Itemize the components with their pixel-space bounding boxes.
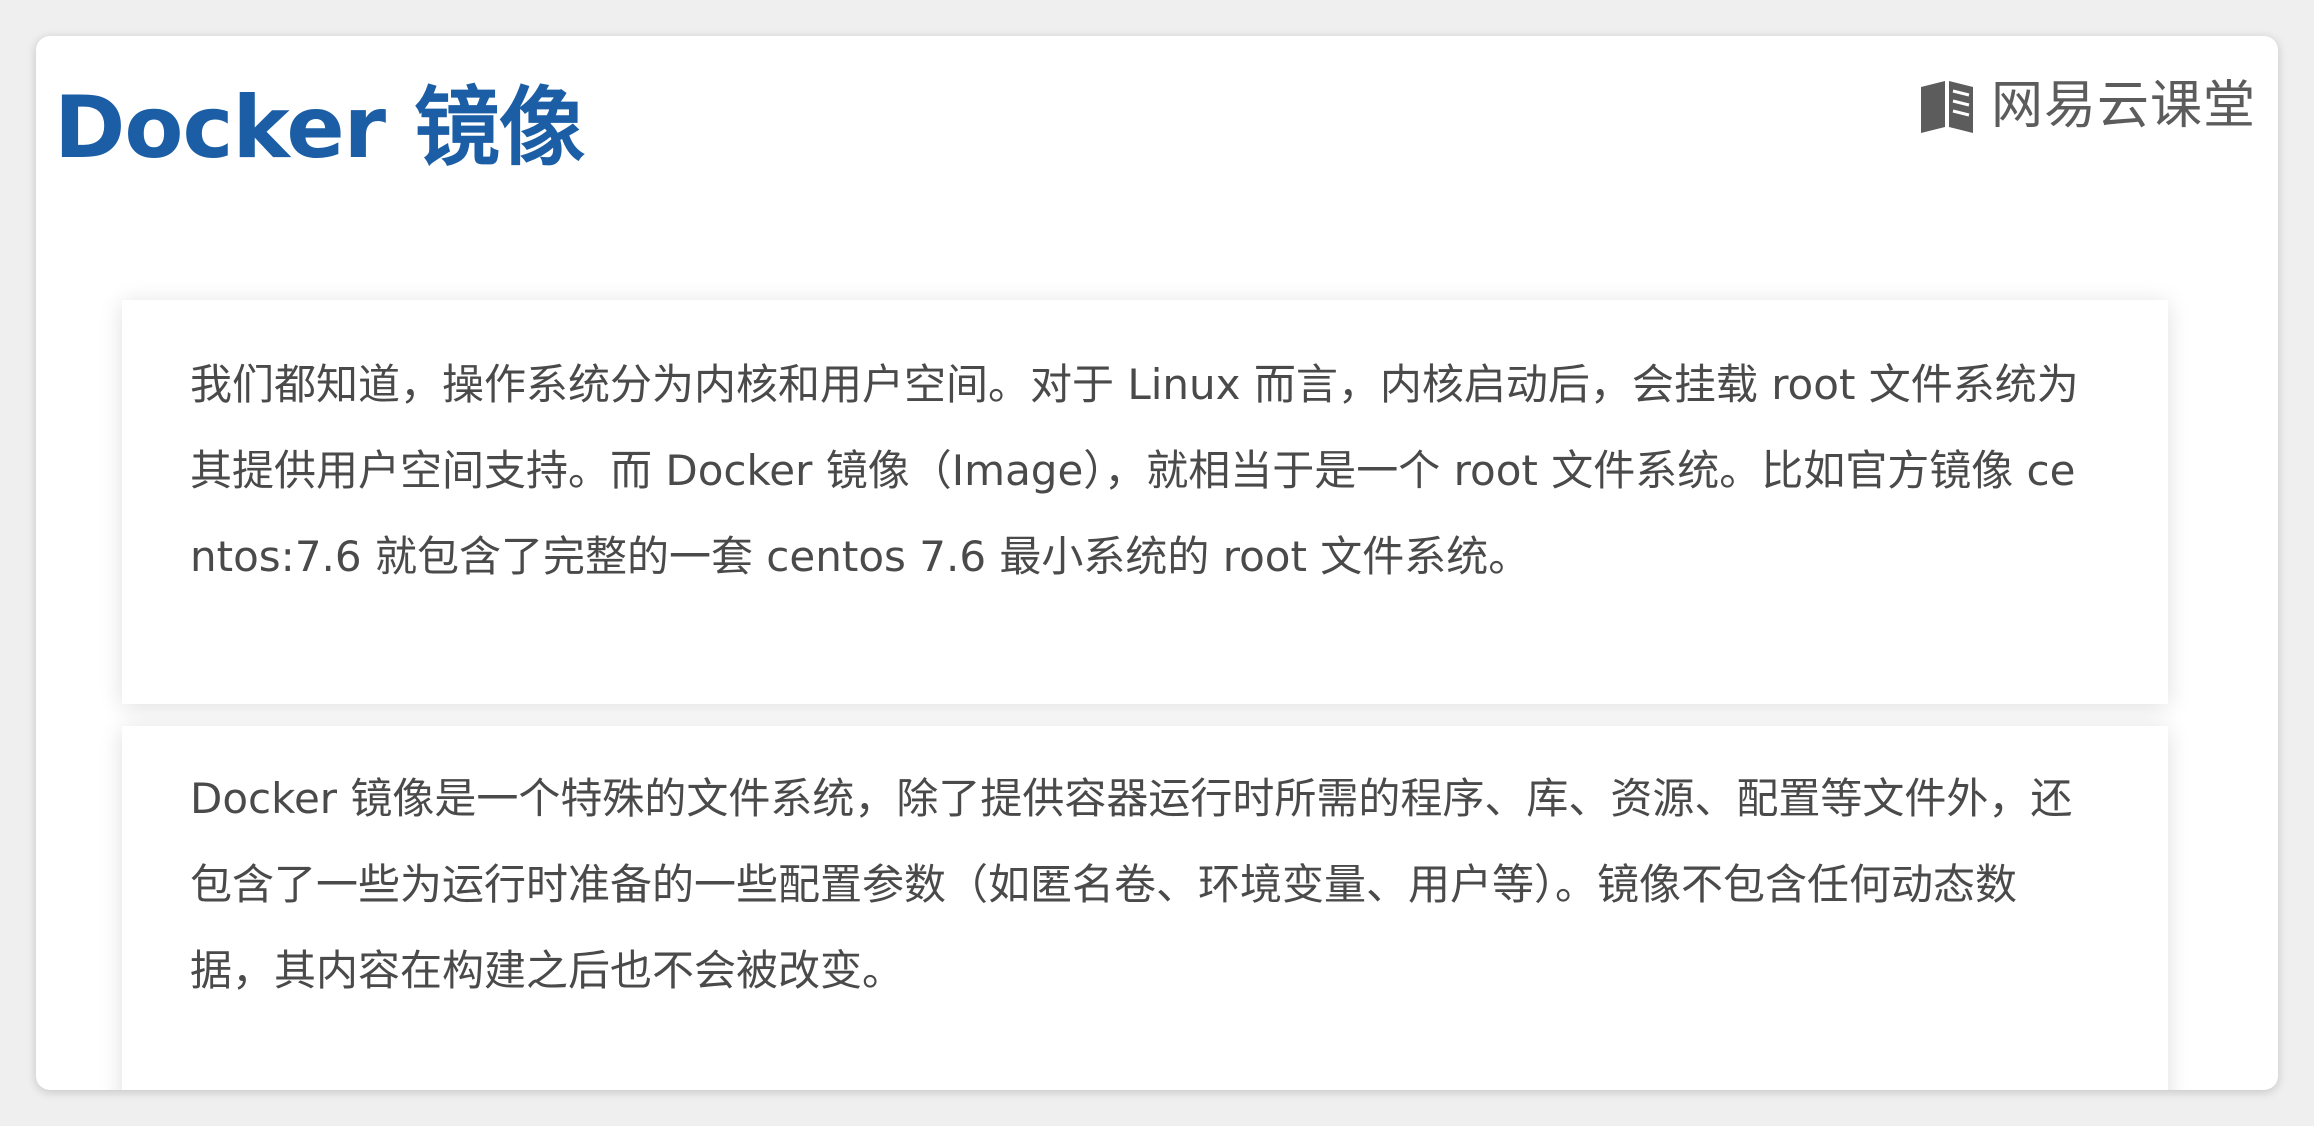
paragraph-text: 我们都知道，操作系统分为内核和用户空间。对于 Linux 而言，内核启动后，会挂… — [190, 360, 2079, 581]
book-icon — [1920, 81, 1973, 133]
page-title: Docker 镜像 — [54, 78, 585, 178]
brand-name: 网易云课堂 — [1990, 76, 2256, 136]
paragraph-text: Docker 镜像是一个特殊的文件系统，除了提供容器运行时所需的程序、库、资源、… — [190, 774, 2073, 995]
slide: Docker 镜像 网易云课堂 我们都知道，操作系统分为内核和用户空间。对于 L… — [36, 36, 2278, 1090]
paragraph-card: Docker 镜像是一个特殊的文件系统，除了提供容器运行时所需的程序、库、资源、… — [122, 726, 2168, 1090]
paragraph-card: 我们都知道，操作系统分为内核和用户空间。对于 Linux 而言，内核启动后，会挂… — [122, 300, 2168, 704]
brand-logo: 网易云课堂 — [1917, 76, 2256, 136]
